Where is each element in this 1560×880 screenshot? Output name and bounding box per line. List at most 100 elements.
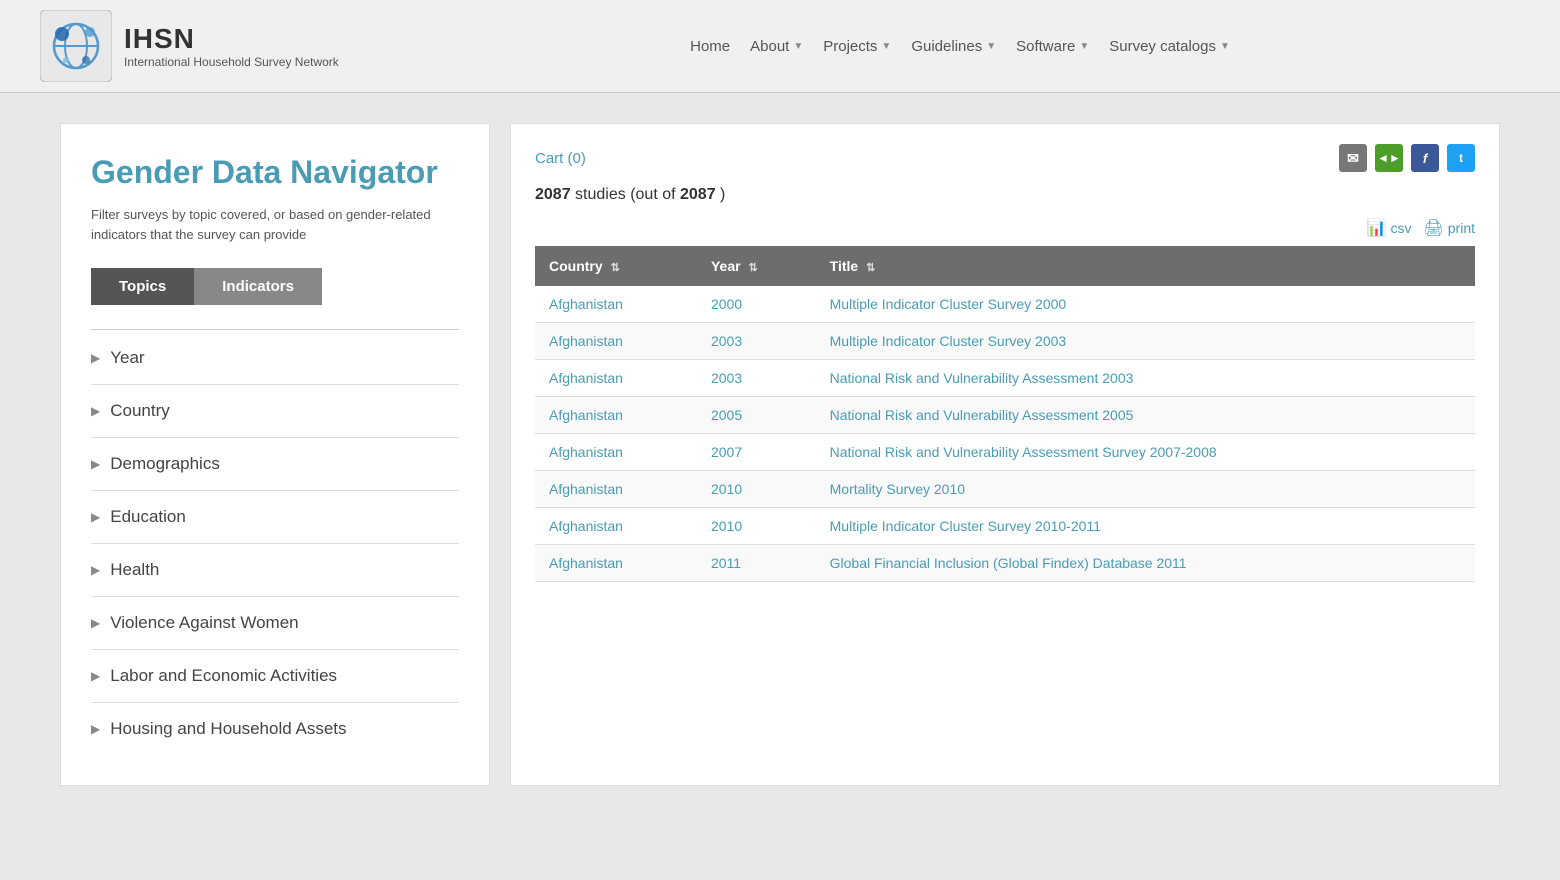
cell-country[interactable]: Afghanistan <box>535 508 697 545</box>
table-header: Country ⇅ Year ⇅ Title ⇅ <box>535 246 1475 286</box>
export-row: 📊 csv 🖨 print <box>535 218 1475 238</box>
survey-catalogs-arrow-icon: ▼ <box>1220 41 1230 52</box>
logo-area: IHSN International Household Survey Netw… <box>40 10 360 82</box>
divider <box>91 329 459 330</box>
nav-guidelines[interactable]: Guidelines ▼ <box>911 38 996 55</box>
generic-share-button[interactable]: ◄► <box>1375 144 1403 172</box>
cell-title[interactable]: National Risk and Vulnerability Assessme… <box>816 360 1475 397</box>
col-country-label: Country <box>549 258 603 274</box>
nav-about[interactable]: About ▼ <box>750 38 803 55</box>
filter-demographics[interactable]: ▶ Demographics <box>91 438 459 491</box>
cell-country[interactable]: Afghanistan <box>535 286 697 323</box>
header: IHSN International Household Survey Netw… <box>0 0 1560 93</box>
csv-label: csv <box>1390 220 1411 236</box>
cell-country[interactable]: Afghanistan <box>535 471 697 508</box>
cell-year: 2010 <box>697 471 816 508</box>
studies-text: studies (out of <box>575 186 680 203</box>
about-arrow-icon: ▼ <box>793 41 803 52</box>
title-sort-icon: ⇅ <box>866 262 875 274</box>
table-row: Afghanistan2003Multiple Indicator Cluste… <box>535 323 1475 360</box>
studies-total-number: 2087 <box>680 186 716 203</box>
country-arrow-icon: ▶ <box>91 404 100 418</box>
filter-education-label: Education <box>110 507 186 527</box>
cell-title[interactable]: National Risk and Vulnerability Assessme… <box>816 397 1475 434</box>
col-year-label: Year <box>711 258 741 274</box>
year-sort-icon: ⇅ <box>748 262 757 274</box>
print-link[interactable]: 🖨 print <box>1423 218 1475 238</box>
filter-education[interactable]: ▶ Education <box>91 491 459 544</box>
projects-arrow-icon: ▼ <box>881 41 891 52</box>
cart-link[interactable]: Cart (0) <box>535 150 586 167</box>
cell-country[interactable]: Afghanistan <box>535 360 697 397</box>
cell-title[interactable]: National Risk and Vulnerability Assessme… <box>816 434 1475 471</box>
filter-housing[interactable]: ▶ Housing and Household Assets <box>91 703 459 755</box>
cell-title[interactable]: Global Financial Inclusion (Global Finde… <box>816 545 1475 582</box>
education-arrow-icon: ▶ <box>91 510 100 524</box>
filter-housing-label: Housing and Household Assets <box>110 719 346 739</box>
logo-subtitle: International Household Survey Network <box>124 55 339 69</box>
table-row: Afghanistan2007National Risk and Vulnera… <box>535 434 1475 471</box>
main-content: Gender Data Navigator Filter surveys by … <box>60 123 1500 786</box>
cell-year: 2000 <box>697 286 816 323</box>
cell-country[interactable]: Afghanistan <box>535 323 697 360</box>
filter-violence-label: Violence Against Women <box>110 613 298 633</box>
cell-year: 2003 <box>697 323 816 360</box>
guidelines-arrow-icon: ▼ <box>986 41 996 52</box>
col-title[interactable]: Title ⇅ <box>816 246 1475 286</box>
csv-export-link[interactable]: 📊 csv <box>1367 218 1412 238</box>
twitter-share-button[interactable]: t <box>1447 144 1475 172</box>
logo-text: IHSN International Household Survey Netw… <box>124 23 339 69</box>
cell-country[interactable]: Afghanistan <box>535 545 697 582</box>
table-wrapper: Country ⇅ Year ⇅ Title ⇅ <box>535 246 1475 582</box>
studies-count: 2087 studies (out of 2087 ) <box>535 186 1475 204</box>
tab-buttons: Topics Indicators <box>91 268 459 305</box>
logo-title: IHSN <box>124 23 339 55</box>
violence-arrow-icon: ▶ <box>91 616 100 630</box>
filter-country-label: Country <box>110 401 170 421</box>
cell-year: 2010 <box>697 508 816 545</box>
logo-icon <box>40 10 112 82</box>
filter-labor[interactable]: ▶ Labor and Economic Activities <box>91 650 459 703</box>
cell-title[interactable]: Multiple Indicator Cluster Survey 2000 <box>816 286 1475 323</box>
filter-violence[interactable]: ▶ Violence Against Women <box>91 597 459 650</box>
col-year[interactable]: Year ⇅ <box>697 246 816 286</box>
nav-survey-catalogs[interactable]: Survey catalogs ▼ <box>1109 38 1230 55</box>
cell-title[interactable]: Multiple Indicator Cluster Survey 2010-2… <box>816 508 1475 545</box>
cell-country[interactable]: Afghanistan <box>535 397 697 434</box>
table-row: Afghanistan2010Mortality Survey 2010 <box>535 471 1475 508</box>
cell-title[interactable]: Mortality Survey 2010 <box>816 471 1475 508</box>
print-icon: 🖨 <box>1423 218 1443 238</box>
tab-topics[interactable]: Topics <box>91 268 194 305</box>
table-row: Afghanistan2011Global Financial Inclusio… <box>535 545 1475 582</box>
right-panel: Cart (0) ✉ ◄► f t 2087 studies (out of 2… <box>510 123 1500 786</box>
filter-health-label: Health <box>110 560 159 580</box>
housing-arrow-icon: ▶ <box>91 722 100 736</box>
col-title-label: Title <box>830 258 859 274</box>
nav-home[interactable]: Home <box>690 38 730 55</box>
facebook-share-button[interactable]: f <box>1411 144 1439 172</box>
cell-title[interactable]: Multiple Indicator Cluster Survey 2003 <box>816 323 1475 360</box>
share-icons-group: ✉ ◄► f t <box>1339 144 1475 172</box>
cell-country[interactable]: Afghanistan <box>535 434 697 471</box>
table-row: Afghanistan2003National Risk and Vulnera… <box>535 360 1475 397</box>
labor-arrow-icon: ▶ <box>91 669 100 683</box>
cell-year: 2011 <box>697 545 816 582</box>
filter-country[interactable]: ▶ Country <box>91 385 459 438</box>
cell-year: 2005 <box>697 397 816 434</box>
surveys-table: Country ⇅ Year ⇅ Title ⇅ <box>535 246 1475 582</box>
filter-health[interactable]: ▶ Health <box>91 544 459 597</box>
table-row: Afghanistan2010Multiple Indicator Cluste… <box>535 508 1475 545</box>
nav-software[interactable]: Software ▼ <box>1016 38 1089 55</box>
table-row: Afghanistan2000Multiple Indicator Cluste… <box>535 286 1475 323</box>
studies-count-number: 2087 <box>535 186 571 203</box>
col-country[interactable]: Country ⇅ <box>535 246 697 286</box>
nav-projects[interactable]: Projects ▼ <box>823 38 891 55</box>
table-body: Afghanistan2000Multiple Indicator Cluste… <box>535 286 1475 582</box>
page-title: Gender Data Navigator <box>91 154 459 191</box>
filter-year-label: Year <box>110 348 144 368</box>
filter-year[interactable]: ▶ Year <box>91 332 459 385</box>
email-share-button[interactable]: ✉ <box>1339 144 1367 172</box>
health-arrow-icon: ▶ <box>91 563 100 577</box>
tab-indicators[interactable]: Indicators <box>194 268 322 305</box>
demographics-arrow-icon: ▶ <box>91 457 100 471</box>
